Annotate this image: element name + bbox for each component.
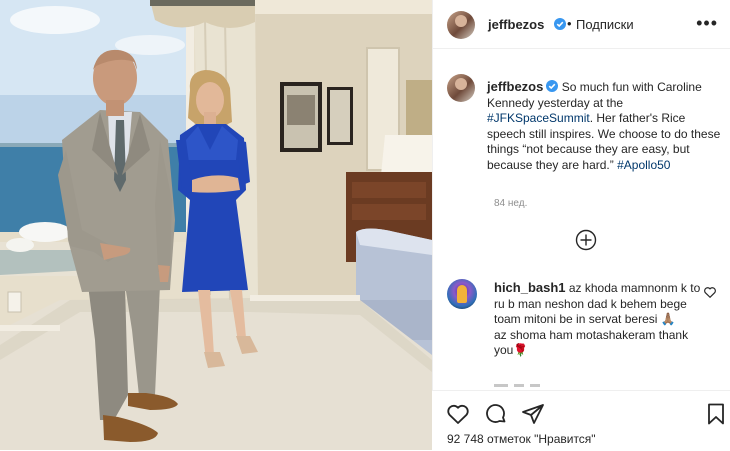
comment-emoji-1: 🙏🏽 xyxy=(660,312,676,326)
comment-heart-icon[interactable] xyxy=(703,285,717,299)
post-sidebar: jeffbezos • Подписки ••• jeffbezos So mu… xyxy=(432,0,730,450)
instagram-post: jeffbezos • Подписки ••• jeffbezos So mu… xyxy=(0,0,730,451)
caption-username[interactable]: jeffbezos xyxy=(487,79,543,94)
likes-count[interactable]: 92 748 отметок "Нравится" xyxy=(447,432,596,446)
commenter-username[interactable]: hich_bash1 xyxy=(494,280,566,295)
hashtag-apollo50-link[interactable]: #Apollo50 xyxy=(617,158,670,172)
more-options-icon[interactable]: ••• xyxy=(696,14,718,32)
comment-emoji-2: 🌹 xyxy=(513,343,529,357)
caption-text: jeffbezos So much fun with Caroline Kenn… xyxy=(487,79,722,173)
author-avatar[interactable] xyxy=(447,11,475,39)
header-separator: • xyxy=(567,16,572,31)
author-username[interactable]: jeffbezos xyxy=(488,17,544,32)
post-actions: 92 748 отметок "Нравится" xyxy=(432,390,730,451)
plus-circle-icon[interactable] xyxy=(575,229,597,251)
photo-illustration xyxy=(0,0,432,450)
verified-badge-icon xyxy=(554,18,566,30)
comment-meta-cropped xyxy=(494,384,540,387)
share-icon[interactable] xyxy=(521,402,545,426)
comment-text: hich_bash1 az khoda mamnonm k to ru b ma… xyxy=(494,280,704,359)
commenter-avatar[interactable] xyxy=(447,279,477,309)
hashtag-jfkspacesummit-link[interactable]: #JFKSpaceSummit xyxy=(487,111,590,125)
heart-icon[interactable] xyxy=(446,402,470,426)
caption-author-avatar[interactable] xyxy=(447,74,475,102)
follow-button[interactable]: Подписки xyxy=(576,17,634,32)
post-photo[interactable] xyxy=(0,0,432,450)
bookmark-icon[interactable] xyxy=(704,402,728,426)
post-header: jeffbezos • Подписки ••• xyxy=(433,0,730,49)
post-timestamp[interactable]: 84 нед. xyxy=(494,198,527,209)
comment-icon[interactable] xyxy=(484,402,508,426)
caption-verified-badge-icon xyxy=(546,80,559,92)
